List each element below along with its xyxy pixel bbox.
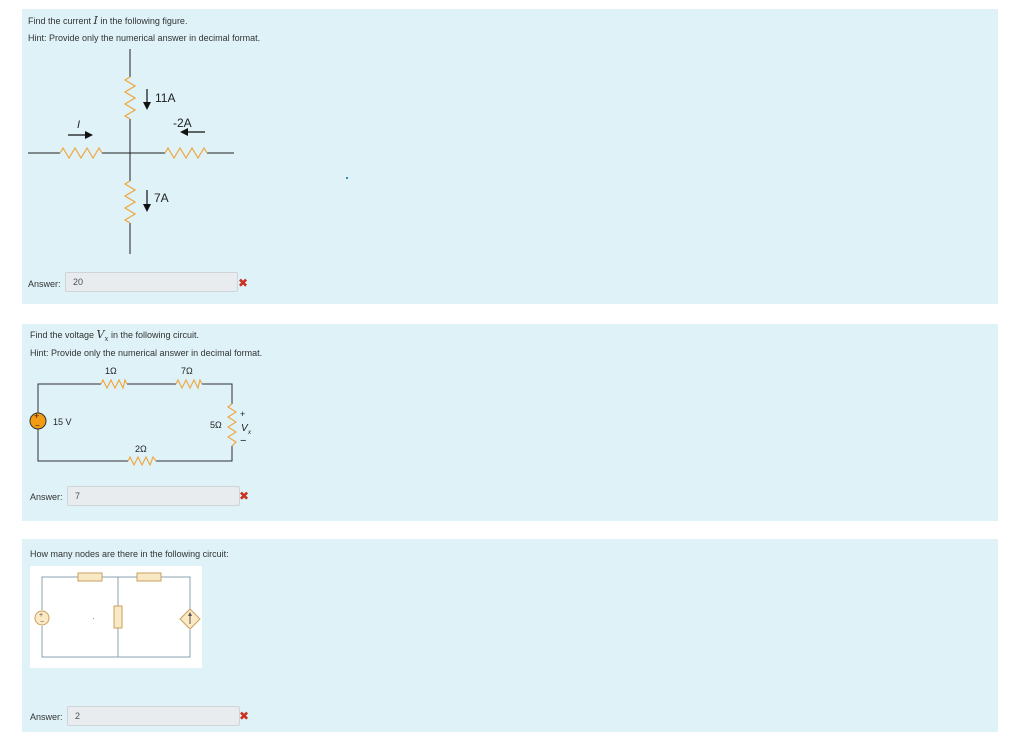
kcl-node-figure: I 11A -2A 7A: [28, 49, 234, 254]
svg-text:+: +: [39, 612, 43, 619]
svg-text:−: −: [40, 619, 44, 626]
incorrect-icon: ✖: [239, 709, 250, 723]
label-plus: +: [240, 409, 245, 419]
stray-dot: [346, 177, 348, 179]
label-current-i: I: [77, 119, 80, 131]
label-minus-2a: -2A: [173, 116, 192, 130]
svg-text:−: −: [35, 421, 40, 430]
question-3-card: How many nodes are there in the followin…: [22, 539, 998, 732]
answer-input-q2[interactable]: 7: [67, 486, 240, 506]
answer-label: Answer:: [30, 712, 63, 722]
label-15v: 15 V: [53, 417, 72, 427]
label-2ohm: 2Ω: [135, 444, 147, 454]
voltage-circuit-figure: + − 15 V 1Ω 7Ω 2Ω 5Ω + V x −: [29, 366, 252, 467]
question-1-card: Find the current I in the following figu…: [22, 9, 998, 304]
svg-text:+: +: [34, 411, 39, 421]
label-7a: 7A: [154, 191, 169, 205]
question-2-card: Find the voltage Vx in the following cir…: [22, 324, 998, 521]
answer-label: Answer:: [30, 492, 63, 502]
answer-input-q1[interactable]: 20: [65, 272, 238, 292]
node-count-circuit-image: + −: [30, 566, 202, 668]
label-1ohm: 1Ω: [105, 366, 117, 376]
label-7ohm: 7Ω: [181, 366, 193, 376]
answer-input-q3[interactable]: 2: [67, 706, 240, 726]
answer-label: Answer:: [28, 279, 61, 289]
label-5ohm: 5Ω: [210, 420, 222, 430]
label-minus: −: [240, 435, 246, 447]
svg-text:x: x: [247, 430, 252, 436]
question-3-text: How many nodes are there in the followin…: [30, 549, 229, 559]
resistor-box-3: [113, 605, 123, 629]
incorrect-icon: ✖: [239, 489, 250, 503]
incorrect-icon: ✖: [238, 276, 249, 290]
label-11a: 11A: [155, 91, 175, 105]
resistor-box-1: [77, 572, 103, 582]
resistor-box-2: [136, 572, 162, 582]
